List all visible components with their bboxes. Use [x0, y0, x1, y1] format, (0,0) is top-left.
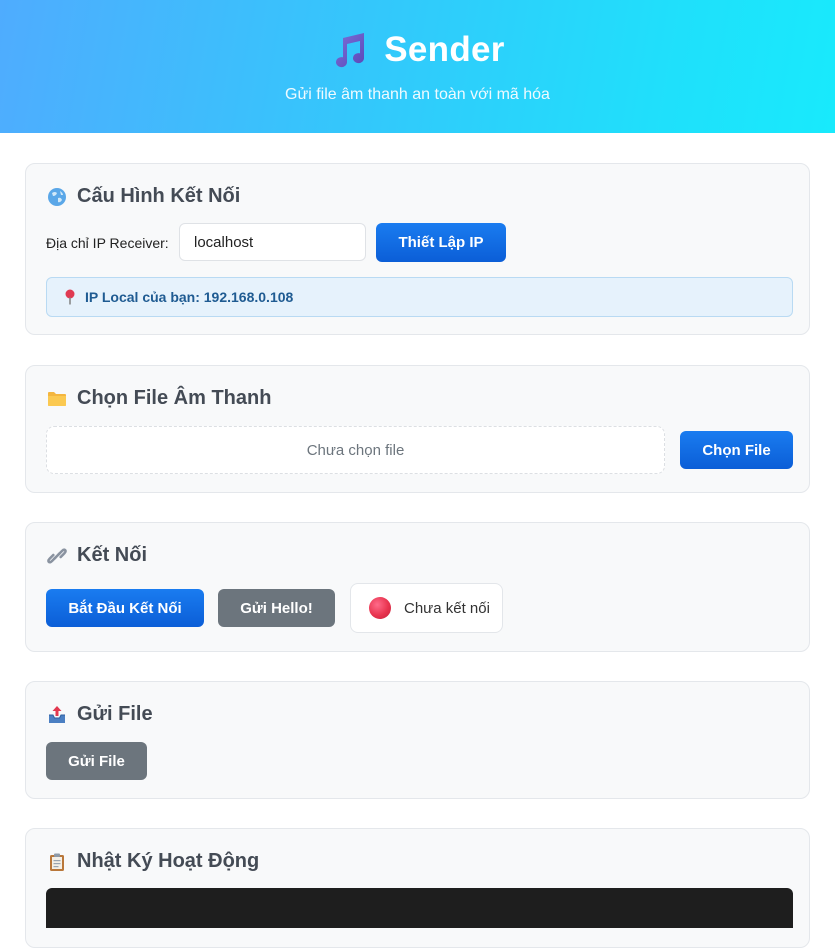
connect-card: Kết Nối Bắt Đầu Kết Nối Gửi Hello! Chưa … [25, 522, 810, 652]
connection-status-text: Chưa kết nối [404, 599, 490, 617]
connection-status: Chưa kết nối [350, 583, 503, 633]
status-indicator-icon [369, 597, 391, 619]
activity-log-title: Nhật Ký Hoạt Động [77, 850, 260, 872]
connection-config-card: Cấu Hình Kết Nối Địa chỉ IP Receiver: Th… [25, 163, 810, 335]
activity-log-heading: Nhật Ký Hoạt Động [47, 850, 259, 873]
send-file-title: Gửi File [77, 703, 153, 725]
activity-log-card: Nhật Ký Hoạt Động [25, 828, 810, 948]
send-file-card: Gửi File Gửi File [25, 681, 810, 799]
connect-heading: Kết Nối [47, 544, 147, 567]
ip-receiver-input[interactable] [179, 223, 366, 261]
activity-log-console[interactable] [46, 888, 793, 928]
set-ip-button[interactable]: Thiết Lập IP [376, 223, 506, 262]
globe-icon [48, 187, 66, 206]
connection-config-heading: Cấu Hình Kết Nối [47, 185, 240, 208]
link-icon [47, 547, 67, 564]
pin-icon [65, 289, 75, 305]
send-hello-button[interactable]: Gửi Hello! [218, 589, 335, 627]
file-select-heading: Chọn File Âm Thanh [47, 387, 271, 410]
app-title: Sender [384, 30, 505, 69]
local-ip-text: IP Local của bạn: 192.168.0.108 [85, 289, 294, 305]
file-status-text: Chưa chọn file [306, 441, 405, 459]
local-ip-info: IP Local của bạn: 192.168.0.108 [46, 277, 793, 317]
connect-title: Kết Nối [77, 544, 147, 566]
send-file-heading: Gửi File [47, 703, 153, 726]
choose-file-button[interactable]: Chọn File [680, 431, 793, 469]
outbox-tray-icon [49, 705, 65, 723]
connection-config-title: Cấu Hình Kết Nối [77, 185, 241, 207]
header-title-row: Sender [0, 30, 835, 70]
music-note-icon [336, 33, 365, 68]
file-select-card: Chọn File Âm Thanh Chưa chọn file Chọn F… [25, 365, 810, 493]
file-status-area[interactable]: Chưa chọn file [46, 426, 665, 474]
file-select-title: Chọn File Âm Thanh [77, 387, 272, 409]
app-subtitle: Gửi file âm thanh an toàn với mã hóa [285, 86, 550, 103]
send-file-button[interactable]: Gửi File [46, 742, 147, 780]
folder-icon [48, 391, 66, 406]
clipboard-icon [50, 853, 64, 871]
start-connection-button[interactable]: Bắt Đầu Kết Nối [46, 589, 204, 627]
app-header: Sender Gửi file âm thanh an toàn với mã … [0, 0, 835, 133]
ip-receiver-label: Địa chỉ IP Receiver: [46, 235, 169, 251]
